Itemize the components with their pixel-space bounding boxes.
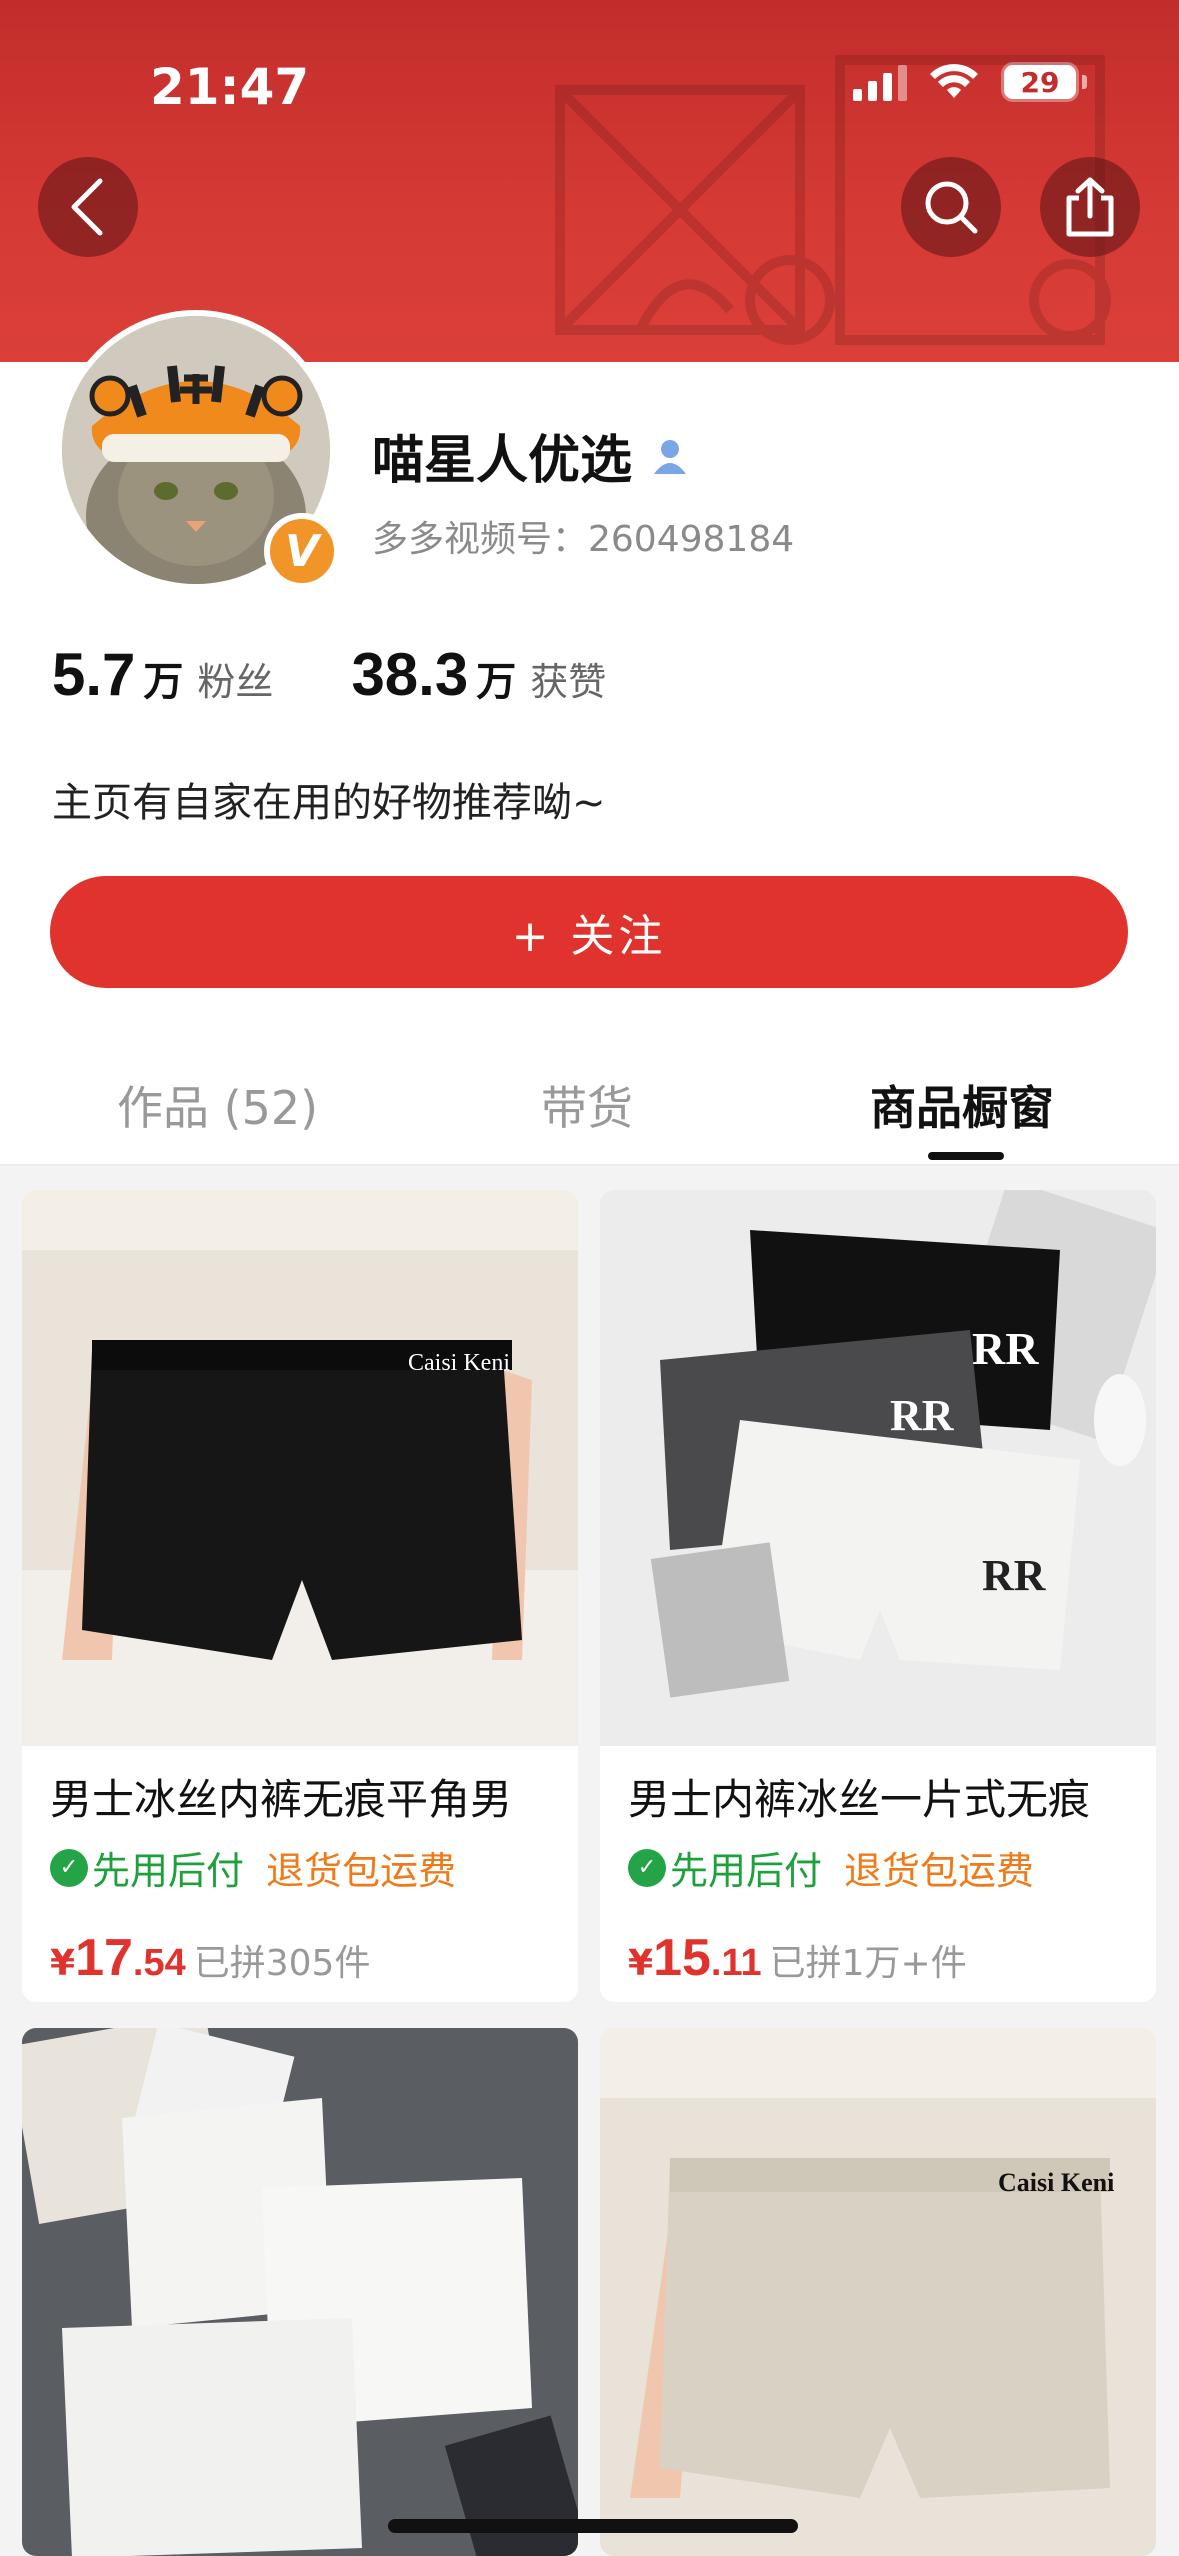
- status-time: 21:47: [150, 58, 310, 116]
- active-tab-indicator: [928, 1152, 1004, 1160]
- brand-label: Caisi Keni: [998, 2168, 1115, 2197]
- follow-button[interactable]: + 关注: [50, 876, 1128, 988]
- status-icons: 29: [853, 62, 1087, 102]
- product-title: 男士内裤冰丝一片式无痕: [628, 1775, 1091, 1824]
- search-button[interactable]: [901, 157, 1001, 257]
- home-indicator[interactable]: [388, 2519, 798, 2533]
- sold-count: 已拼305件: [193, 1943, 371, 1984]
- pay-later-tag: ✓ 先用后付: [628, 1840, 822, 1895]
- product-image: Caisi Keni: [600, 2028, 1156, 2556]
- price-integer: 15: [653, 1929, 711, 1987]
- chevron-left-icon: [71, 178, 103, 236]
- product-image: Caisi Keni: [22, 1190, 578, 1746]
- profile-name-row: 喵星人优选: [372, 418, 690, 493]
- profile-bio: 主页有自家在用的好物推荐呦~: [52, 780, 606, 826]
- product-card[interactable]: RR RR RR 男士内裤冰丝一片式无痕 ✓ 先用后付 退货包运费 ¥ 15 .…: [600, 1190, 1156, 2002]
- profile-name: 喵星人优选: [372, 431, 633, 491]
- black-boxer-briefs-image: [22, 1190, 578, 1746]
- beige-boxer-briefs-image: [600, 2028, 1156, 2556]
- free-return-tag: 退货包运费: [844, 1849, 1035, 1893]
- verified-badge-icon: V: [264, 513, 340, 589]
- product-tags: ✓ 先用后付 退货包运费: [628, 1840, 1034, 1895]
- tab-showcase[interactable]: 商品橱窗: [870, 1072, 1054, 1138]
- status-bar: 21:47 29: [0, 0, 1179, 150]
- followers-count: 5.7: [52, 641, 136, 708]
- product-image: RR RR RR: [600, 1190, 1156, 1746]
- profile-stats: 5.7 万 粉丝 38.3 万 获赞: [52, 640, 684, 709]
- product-card[interactable]: Caisi Keni: [600, 2028, 1156, 2556]
- product-image: [22, 2028, 578, 2556]
- followers-unit: 万: [143, 659, 184, 705]
- followers-stat[interactable]: 5.7 万 粉丝: [52, 640, 273, 709]
- cellular-signal-icon: [853, 63, 907, 101]
- product-tags: ✓ 先用后付 退货包运费: [50, 1840, 456, 1895]
- stacked-underwear-image: [600, 1190, 1156, 1746]
- product-card[interactable]: Caisi Keni 男士冰丝内裤无痕平角男 ✓ 先用后付 退货包运费 ¥ 17…: [22, 1190, 578, 2002]
- likes-count: 38.3: [351, 641, 469, 708]
- followers-label: 粉丝: [197, 660, 274, 704]
- product-title: 男士冰丝内裤无痕平角男: [50, 1775, 513, 1824]
- battery-icon: 29: [1001, 62, 1087, 102]
- user-icon: [654, 439, 687, 474]
- likes-stat[interactable]: 38.3 万 获赞: [351, 640, 606, 709]
- search-icon: [925, 181, 978, 234]
- white-underwear-image: [22, 2028, 578, 2556]
- tab-selling[interactable]: 带货: [541, 1072, 633, 1138]
- currency-symbol: ¥: [50, 1943, 76, 1984]
- product-price-row: ¥ 17 .54 已拼305件: [50, 1928, 370, 1988]
- likes-unit: 万: [476, 659, 517, 705]
- product-card[interactable]: [22, 2028, 578, 2556]
- price-decimal: .54: [132, 1942, 186, 1984]
- battery-level: 29: [1004, 65, 1076, 99]
- video-id: 多多视频号：260498184: [372, 519, 795, 560]
- pay-later-icon: ✓: [50, 1848, 88, 1887]
- tab-works[interactable]: 作品 (52): [117, 1072, 318, 1138]
- share-button[interactable]: [1040, 157, 1140, 257]
- product-price-row: ¥ 15 .11 已拼1万+件: [628, 1928, 967, 1988]
- price-decimal: .11: [710, 1942, 762, 1984]
- profile-tabs: 作品 (52) 带货 商品橱窗: [0, 1050, 1179, 1166]
- wifi-icon: [930, 64, 978, 98]
- share-icon: [1066, 177, 1114, 237]
- free-return-tag: 退货包运费: [266, 1849, 457, 1893]
- pay-later-tag: ✓ 先用后付: [50, 1840, 244, 1895]
- price-integer: 17: [75, 1929, 133, 1987]
- brand-label: Caisi Keni: [408, 1350, 510, 1376]
- currency-symbol: ¥: [628, 1943, 654, 1984]
- sold-count: 已拼1万+件: [769, 1943, 967, 1984]
- brand-logo: RR: [890, 1391, 954, 1440]
- likes-label: 获赞: [530, 660, 607, 704]
- back-button[interactable]: [38, 157, 138, 257]
- brand-logo: RR: [982, 1551, 1046, 1600]
- pay-later-icon: ✓: [628, 1848, 666, 1887]
- brand-logo: RR: [972, 1323, 1039, 1374]
